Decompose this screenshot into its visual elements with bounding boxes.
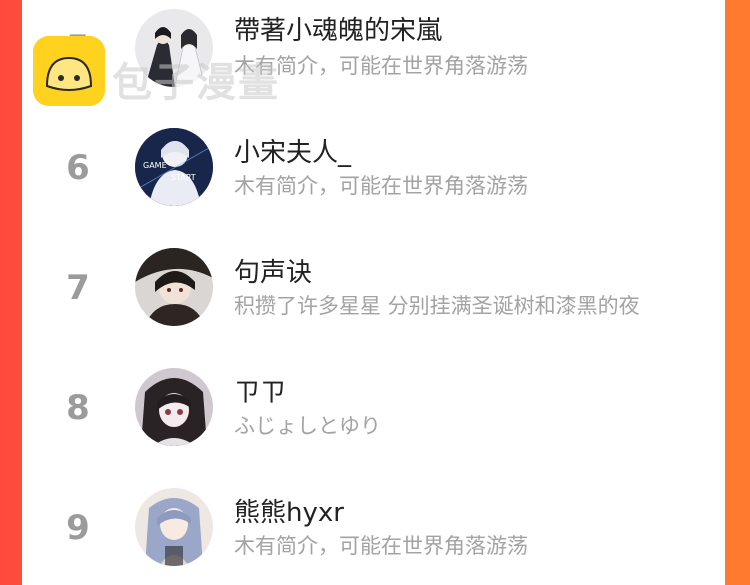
- watermark-text: 包子漫畫: [112, 60, 280, 106]
- list-item[interactable]: 9 熊熊hyxr 木有简介，可能在世界角落游荡: [22, 470, 725, 585]
- rank-number: 9: [66, 508, 90, 548]
- avatar-caption-game: GAME: [143, 161, 167, 170]
- username[interactable]: ㄗㄗ: [234, 372, 286, 409]
- avatar[interactable]: [135, 368, 213, 446]
- username[interactable]: 小宋夫人_: [234, 132, 351, 169]
- rank-number: 7: [66, 268, 90, 308]
- avatar[interactable]: [135, 488, 213, 566]
- rank-number: 8: [66, 388, 90, 428]
- avatar[interactable]: [135, 248, 213, 326]
- user-bio: 木有简介，可能在世界角落游荡: [234, 54, 528, 78]
- username[interactable]: 句声诀: [234, 252, 312, 289]
- rank-number: 6: [66, 148, 90, 188]
- avatar[interactable]: GAME START: [135, 128, 213, 206]
- user-bio: 积攒了许多星星 分别挂满圣诞树和漆黑的夜: [234, 294, 640, 318]
- user-bio: 木有简介，可能在世界角落游荡: [234, 174, 528, 198]
- avatar-caption-start: START: [171, 173, 196, 182]
- user-bio: 木有简介，可能在世界角落游荡: [234, 534, 528, 558]
- username[interactable]: 帶著小魂魄的宋嵐: [234, 10, 442, 47]
- user-bio: ふじょしとゆり: [234, 414, 381, 438]
- list-item[interactable]: 7 句声诀 积攒了许多星星 分别挂满圣诞树和漆黑的夜: [22, 230, 725, 350]
- list-item[interactable]: 8 ㄗㄗ ふじょしとゆり: [22, 350, 725, 470]
- username[interactable]: 熊熊hyxr: [234, 492, 344, 529]
- list-item[interactable]: 6 GAME START 小宋夫人_ 木有简介，可能在世界角落游荡: [22, 110, 725, 230]
- app-logo-icon: [33, 36, 105, 106]
